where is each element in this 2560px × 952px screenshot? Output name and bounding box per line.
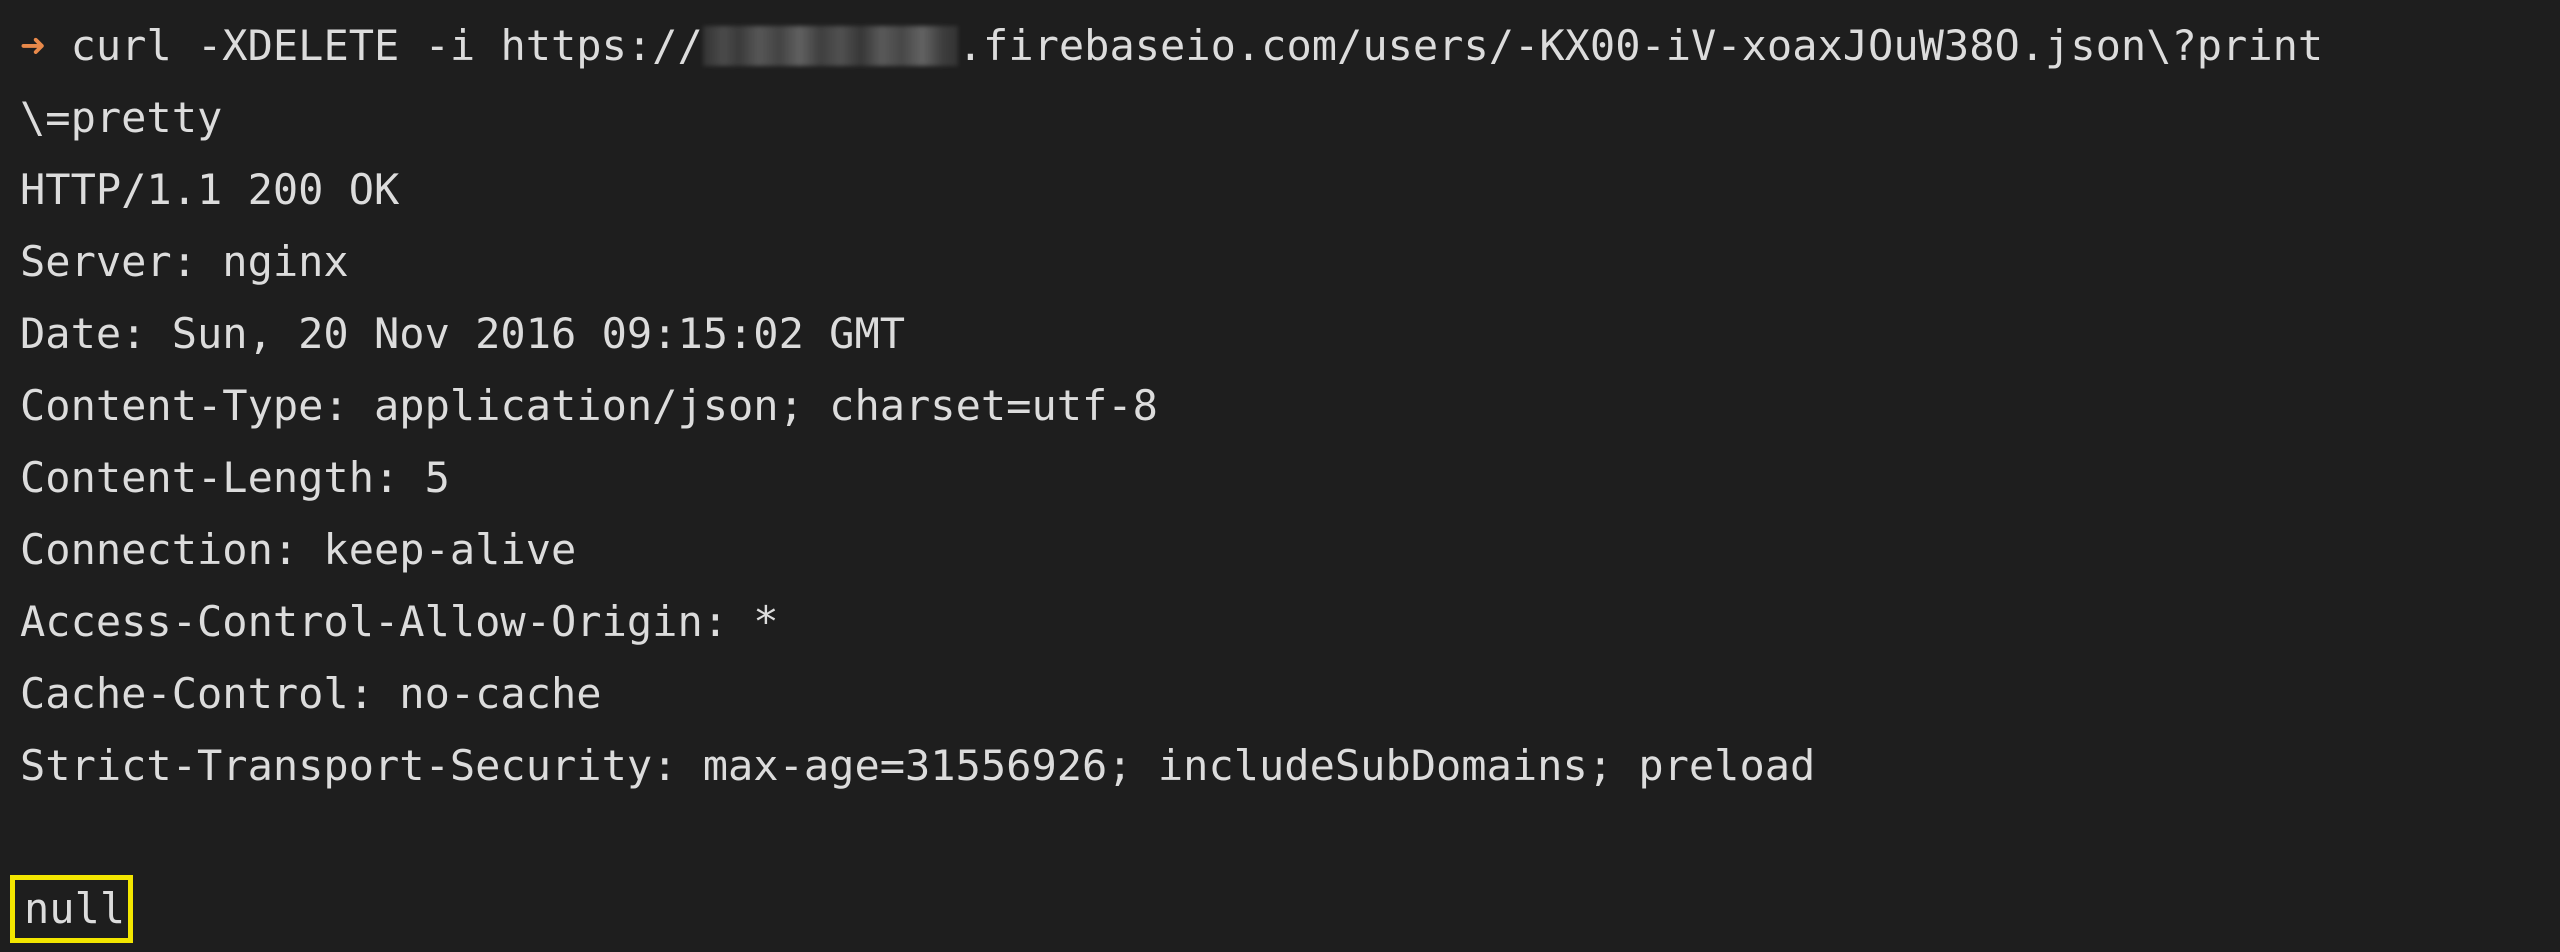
- response-header-connection: Connection: keep-alive: [20, 525, 577, 574]
- response-header-access-control: Access-Control-Allow-Origin: *: [20, 597, 779, 646]
- response-header-date: Date: Sun, 20 Nov 2016 09:15:02 GMT: [20, 309, 906, 358]
- response-header-strict-transport: Strict-Transport-Security: max-age=31556…: [20, 741, 1816, 790]
- response-header-content-type: Content-Type: application/json; charset=…: [20, 381, 1158, 430]
- response-body: null: [24, 884, 126, 933]
- command-prefix: curl -XDELETE -i https://: [45, 21, 703, 70]
- command-suffix: .firebaseio.com/users/-KX00-iV-xoaxJOuW3…: [957, 21, 2324, 70]
- response-header-server: Server: nginx: [20, 237, 349, 286]
- response-body-highlight: null: [10, 875, 133, 943]
- response-header-content-length: Content-Length: 5: [20, 453, 450, 502]
- terminal-window[interactable]: ➜ curl -XDELETE -i https:// .firebaseio.c…: [0, 0, 2560, 952]
- command-line: ➜ curl -XDELETE -i https:// .firebaseio.c…: [20, 10, 2323, 82]
- redacted-hostname: [702, 25, 958, 66]
- response-status-line: HTTP/1.1 200 OK: [20, 165, 400, 214]
- command-continuation: \=pretty: [20, 93, 223, 142]
- response-header-cache-control: Cache-Control: no-cache: [20, 669, 602, 718]
- prompt-arrow-icon: ➜: [20, 21, 46, 70]
